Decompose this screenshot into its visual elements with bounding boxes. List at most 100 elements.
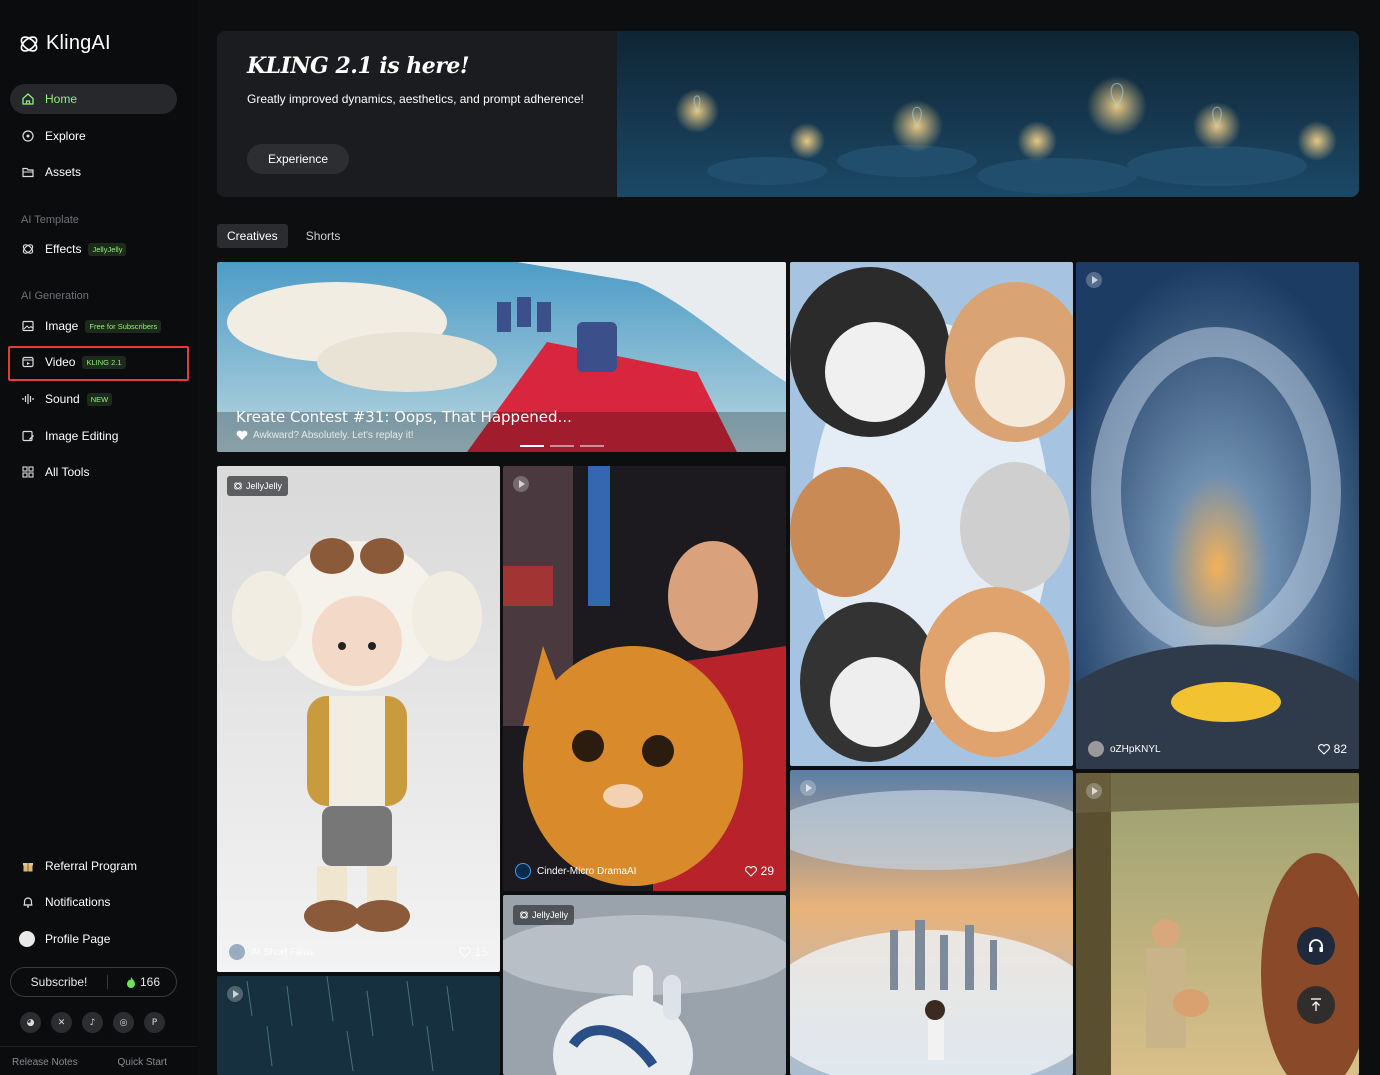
image-edit-icon	[22, 430, 34, 442]
effects-icon	[22, 244, 34, 254]
nav-home-label: Home	[45, 92, 78, 106]
nav-assets[interactable]: Assets	[10, 157, 177, 187]
banner-lotus-art	[617, 31, 1359, 197]
carousel-dot[interactable]	[580, 445, 604, 447]
heart-icon	[744, 865, 757, 877]
retro-card[interactable]	[1076, 773, 1359, 1075]
experience-button[interactable]: Experience	[247, 144, 349, 174]
cat-street-footer: Cinder-Micro DramaAI 29	[515, 863, 774, 879]
nav-profile-label: Profile Page	[45, 932, 111, 946]
bell-icon	[23, 897, 33, 908]
nav-image-editing[interactable]: Image Editing	[10, 421, 177, 451]
carousel-dot[interactable]	[520, 445, 544, 447]
nav-notifications[interactable]: Notifications	[10, 887, 177, 917]
author-avatar	[515, 863, 531, 879]
rain-image	[217, 976, 500, 1075]
support-button[interactable]	[1297, 927, 1335, 965]
grid-icon	[22, 466, 34, 478]
jellyjelly-tag: JellyJelly	[227, 476, 289, 496]
play-icon	[1086, 272, 1102, 288]
clouds-image	[790, 770, 1073, 1075]
fisheye-footer: oZHpKNYL 82	[1088, 741, 1347, 757]
fisheye-card[interactable]: oZHpKNYL 82	[1076, 262, 1359, 769]
contest-subtitle: Awkward? Absolutely. Let's replay it!	[236, 430, 414, 441]
rain-card[interactable]	[217, 976, 500, 1075]
nav-notifications-label: Notifications	[45, 895, 111, 909]
carousel-dot[interactable]	[550, 445, 574, 447]
nav-image-editing-label: Image Editing	[45, 429, 119, 443]
tiktok-icon[interactable]: ♪	[82, 1012, 103, 1033]
section-ai-generation: AI Generation	[21, 290, 89, 302]
scroll-top-button[interactable]	[1297, 986, 1335, 1024]
effects-badge: JellyJelly	[88, 242, 127, 256]
tab-creatives[interactable]: Creatives	[217, 224, 288, 248]
kling-logo-icon	[20, 35, 38, 52]
banner-subtitle: Greatly improved dynamics, aesthetics, a…	[247, 92, 584, 106]
promo-banner: KLING 2.1 is here! Greatly improved dyna…	[217, 31, 1359, 197]
nav-assets-label: Assets	[45, 165, 82, 179]
nav-referral[interactable]: Referral Program	[10, 851, 177, 881]
image-icon	[22, 320, 34, 332]
nav-effects-label: Effects	[45, 242, 82, 256]
home-icon	[22, 93, 34, 105]
subscribe-label: Subscribe!	[30, 975, 88, 989]
effects-icon	[234, 482, 242, 490]
play-icon	[1086, 783, 1102, 799]
credits-count: 166	[140, 975, 161, 989]
discord-icon[interactable]: ◕	[20, 1012, 41, 1033]
cat-street-card[interactable]: Cinder-Micro DramaAI 29	[503, 466, 786, 891]
doll-card[interactable]: JellyJelly AI Short Films 15	[217, 466, 500, 972]
logo[interactable]: KlingAI	[18, 32, 111, 55]
sound-badge: NEW	[86, 392, 113, 406]
brand-name: KlingAI	[46, 32, 111, 54]
jellyjelly-tag: JellyJelly	[513, 905, 575, 925]
arrow-up-icon	[1311, 998, 1321, 1011]
nav-sound[interactable]: Sound NEW	[10, 384, 177, 414]
author[interactable]: oZHpKNYL	[1088, 741, 1161, 757]
cats-card[interactable]	[790, 262, 1073, 766]
retro-image	[1076, 773, 1359, 1075]
tag-label: JellyJelly	[532, 910, 569, 920]
feed-tabs: Creatives Shorts	[217, 224, 350, 248]
contest-subtitle-text: Awkward? Absolutely. Let's replay it!	[253, 430, 414, 441]
sidebar: KlingAI Home Explore Assets AI Template …	[0, 0, 197, 1075]
heart-icon	[1317, 743, 1330, 755]
instagram-icon[interactable]: ◎	[113, 1012, 134, 1033]
nav-profile[interactable]: Profile Page	[10, 924, 177, 954]
doll-image	[217, 466, 500, 972]
fisheye-image	[1076, 262, 1359, 769]
sidebar-footer: Release Notes Quick Start	[0, 1046, 197, 1068]
tag-label: JellyJelly	[246, 481, 283, 491]
nav-home[interactable]: Home	[10, 84, 177, 114]
quick-start-link[interactable]: Quick Start	[118, 1057, 167, 1068]
pinterest-icon[interactable]: P	[144, 1012, 165, 1033]
heart-card[interactable]: JellyJelly	[503, 895, 786, 1075]
folder-icon	[22, 167, 34, 178]
nav-all-tools[interactable]: All Tools	[10, 457, 177, 487]
nav-image[interactable]: Image Free for Subscribers	[10, 311, 177, 341]
heart-filled-icon	[236, 430, 248, 440]
author[interactable]: Cinder-Micro DramaAI	[515, 863, 636, 879]
subscribe-button[interactable]: Subscribe! 166	[10, 967, 177, 997]
author[interactable]: AI Short Films	[229, 944, 314, 960]
tab-shorts[interactable]: Shorts	[296, 224, 351, 248]
credits-display: 166	[108, 975, 160, 989]
x-icon[interactable]: ✕	[51, 1012, 72, 1033]
clouds-card[interactable]	[790, 770, 1073, 1075]
author-avatar	[229, 944, 245, 960]
likes[interactable]: 15	[458, 945, 488, 959]
cats-image	[790, 262, 1073, 766]
nav-explore[interactable]: Explore	[10, 121, 177, 151]
contest-card[interactable]: Kreate Contest #31: Oops, That Happened.…	[217, 262, 786, 452]
likes[interactable]: 82	[1317, 742, 1347, 756]
nav-effects[interactable]: Effects JellyJelly	[10, 234, 177, 264]
likes[interactable]: 29	[744, 864, 774, 878]
headset-icon	[1309, 939, 1323, 952]
social-links: ◕ ✕ ♪ ◎ P	[20, 1012, 165, 1033]
likes-count: 82	[1333, 742, 1347, 756]
release-notes-link[interactable]: Release Notes	[12, 1057, 78, 1068]
nav-all-tools-label: All Tools	[45, 465, 90, 479]
play-icon	[800, 780, 816, 796]
section-ai-template: AI Template	[21, 214, 79, 226]
nav-image-label: Image	[45, 319, 79, 333]
